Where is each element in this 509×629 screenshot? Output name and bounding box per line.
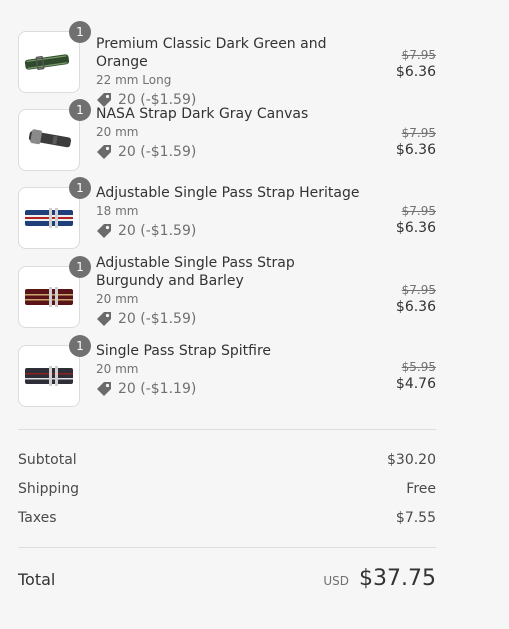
original-price: $7.95 <box>401 283 436 297</box>
shipping-row: Shipping Free <box>18 480 436 498</box>
product-thumbnail <box>18 187 80 249</box>
taxes-value: $7.55 <box>395 510 436 526</box>
product-thumbnail <box>18 345 80 407</box>
taxes-row: Taxes $7.55 <box>18 509 436 527</box>
original-price: $7.95 <box>401 48 436 62</box>
discount-text: 20 (-$1.59) <box>118 311 197 327</box>
total-label: Total <box>18 570 56 589</box>
quantity-badge: 1 <box>69 21 91 43</box>
discount-line: 20 (-$1.19) <box>96 380 366 398</box>
gray-canvas-strap-image <box>28 129 72 148</box>
original-price: $5.95 <box>401 360 436 374</box>
item-prices: $5.95 $4.76 <box>396 359 436 393</box>
burgundy-nato-strap-image <box>25 287 73 307</box>
original-price: $7.95 <box>401 204 436 218</box>
product-variant: 20 mm <box>96 292 139 306</box>
product-name: Adjustable Single Pass Strap Heritage <box>96 185 360 201</box>
tag-icon <box>97 312 111 326</box>
discounted-price: $4.76 <box>395 376 436 392</box>
discounted-price: $6.36 <box>395 64 436 80</box>
discounted-price: $6.36 <box>395 299 436 315</box>
shipping-label: Shipping <box>18 481 80 497</box>
item-prices: $7.95 $6.36 <box>396 282 436 316</box>
item-info: Premium Classic Dark Green and Orange 22… <box>96 35 366 109</box>
spitfire-nato-strap-image <box>25 366 73 386</box>
discounted-price: $6.36 <box>395 142 436 158</box>
discount-text: 20 (-$1.59) <box>118 223 197 239</box>
item-prices: $7.95 $6.36 <box>396 125 436 159</box>
divider <box>18 547 436 548</box>
tag-icon <box>97 145 111 159</box>
item-prices: $7.95 $6.36 <box>396 47 436 81</box>
product-name: NASA Strap Dark Gray Canvas <box>96 106 309 122</box>
discounted-price: $6.36 <box>395 220 436 236</box>
original-price: $7.95 <box>401 126 436 140</box>
discount-line: 20 (-$1.59) <box>96 222 366 240</box>
blue-white-nato-strap-image <box>25 208 73 228</box>
shipping-value: Free <box>406 481 436 497</box>
divider <box>18 429 436 430</box>
product-variant: 22 mm Long <box>96 73 172 87</box>
tag-icon <box>97 382 111 396</box>
product-thumbnail <box>18 266 80 328</box>
quantity-badge: 1 <box>69 256 91 278</box>
product-thumbnail <box>18 109 80 171</box>
quantity-badge: 1 <box>69 177 91 199</box>
product-variant: 20 mm <box>96 362 139 376</box>
item-prices: $7.95 $6.36 <box>396 203 436 237</box>
product-variant: 18 mm <box>96 204 139 218</box>
product-thumbnail <box>18 31 80 93</box>
quantity-badge: 1 <box>69 99 91 121</box>
taxes-label: Taxes <box>18 510 57 526</box>
discount-text: 20 (-$1.19) <box>118 381 197 397</box>
total-value: $37.75 <box>359 566 436 591</box>
subtotal-label: Subtotal <box>18 452 77 468</box>
tag-icon <box>97 224 111 238</box>
total-amount: USD $37.75 <box>323 566 436 591</box>
product-name: Single Pass Strap Spitfire <box>96 343 271 359</box>
product-name: Adjustable Single Pass Strap Burgundy an… <box>96 255 295 289</box>
item-info: Adjustable Single Pass Strap Burgundy an… <box>96 254 366 328</box>
discount-line: 20 (-$1.59) <box>96 310 366 328</box>
quantity-badge: 1 <box>69 335 91 357</box>
product-name: Premium Classic Dark Green and Orange <box>96 36 327 70</box>
discount-line: 20 (-$1.59) <box>96 143 366 161</box>
discount-text: 20 (-$1.59) <box>118 144 197 160</box>
item-info: Single Pass Strap Spitfire 20 mm 20 (-$1… <box>96 342 366 398</box>
item-info: NASA Strap Dark Gray Canvas 20 mm 20 (-$… <box>96 105 366 161</box>
currency-code: USD <box>323 574 350 588</box>
item-info: Adjustable Single Pass Strap Heritage 18… <box>96 184 366 240</box>
subtotal-row: Subtotal $30.20 <box>18 451 436 469</box>
total-row: Total USD $37.75 <box>18 566 436 591</box>
green-leather-strap-image <box>24 54 70 70</box>
product-variant: 20 mm <box>96 125 139 139</box>
subtotal-value: $30.20 <box>387 452 436 468</box>
